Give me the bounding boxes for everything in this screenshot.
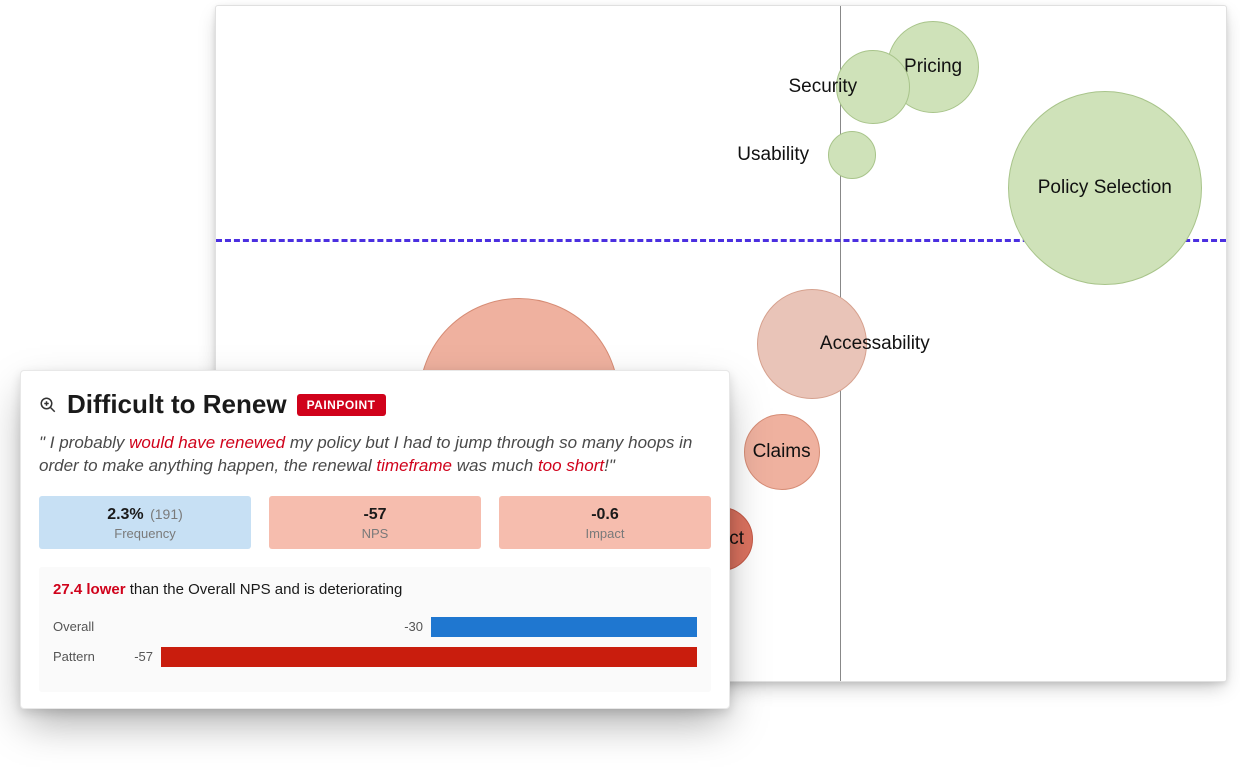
- bubble-claims[interactable]: Claims: [744, 414, 820, 490]
- quote-text: " I probably would have renewed my polic…: [39, 432, 711, 478]
- bubble-security[interactable]: Security: [836, 50, 910, 124]
- metric-frequency[interactable]: 2.3% (191) Frequency: [39, 496, 251, 549]
- metric-count: (191): [150, 506, 183, 522]
- metric-value: -0.6: [505, 506, 705, 524]
- painpoint-popover: Difficult to Renew PAINPOINT " I probabl…: [20, 370, 730, 709]
- metric-value: 2.3%: [107, 506, 143, 523]
- bubble-label: Claims: [753, 441, 811, 463]
- bar-row-overall: Overall -30: [53, 616, 697, 638]
- bubble-label: Usability: [737, 144, 809, 166]
- metric-impact[interactable]: -0.6 Impact: [499, 496, 711, 549]
- bubble-usability[interactable]: Usability: [828, 131, 876, 179]
- painpoint-badge: PAINPOINT: [297, 394, 386, 416]
- popover-title: Difficult to Renew: [67, 389, 287, 420]
- bubble-policy-selection[interactable]: Policy Selection: [1008, 91, 1202, 285]
- bubble-accessability[interactable]: Accessability: [757, 289, 867, 399]
- metric-label: Impact: [505, 526, 705, 541]
- magnify-icon: [39, 396, 57, 414]
- bubble-label: Policy Selection: [1038, 177, 1172, 199]
- bubble-label: ct: [729, 528, 744, 550]
- comparison-headline: 27.4 lower than the Overall NPS and is d…: [53, 581, 697, 598]
- metric-nps[interactable]: -57 NPS: [269, 496, 481, 549]
- bar-pattern: [161, 647, 697, 667]
- comparison-panel: 27.4 lower than the Overall NPS and is d…: [39, 567, 711, 692]
- metric-label: NPS: [275, 526, 475, 541]
- metric-label: Frequency: [45, 526, 245, 541]
- bar-overall: [431, 617, 697, 637]
- bubble-label: Security: [789, 76, 858, 98]
- bubble-label: Pricing: [904, 56, 962, 78]
- metric-value: -57: [275, 506, 475, 524]
- bar-row-pattern: Pattern -57: [53, 646, 697, 668]
- bubble-label: Accessability: [820, 333, 930, 355]
